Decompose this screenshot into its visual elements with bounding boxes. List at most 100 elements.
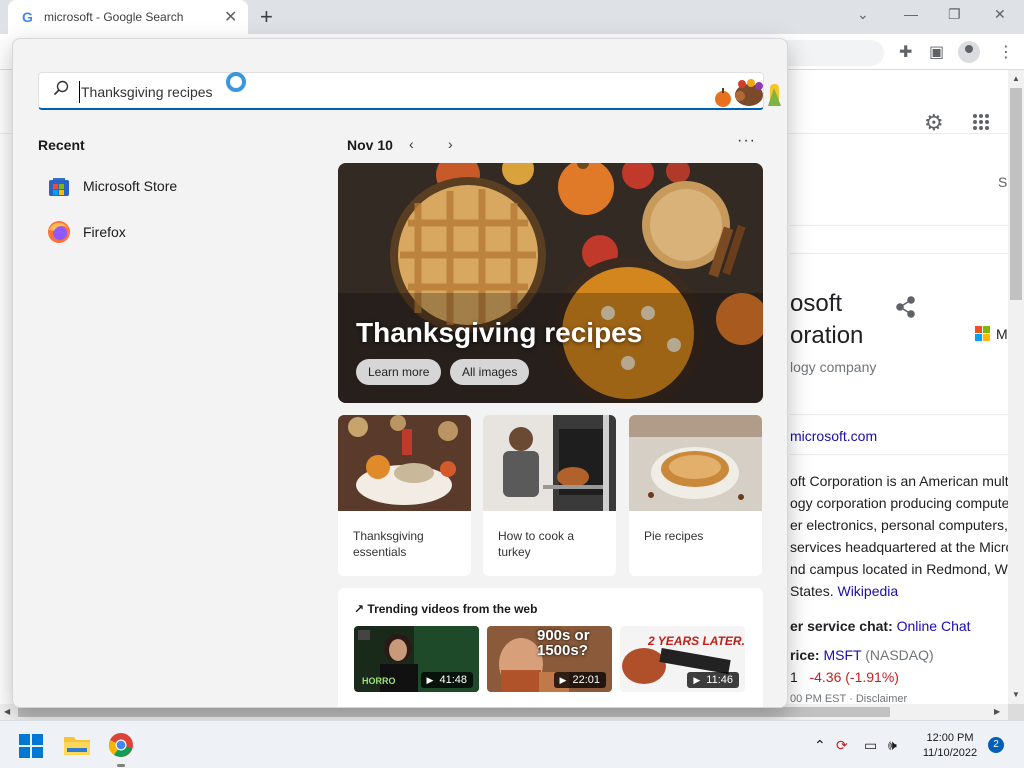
search-icon xyxy=(53,80,69,96)
kp-divider xyxy=(790,454,1008,455)
kp-price-change: 1 -4.36 (-1.91%) xyxy=(790,669,899,685)
ticker-link[interactable]: MSFT xyxy=(823,647,861,663)
kp-divider xyxy=(790,253,1008,254)
windows-search-flyout: Recent Microsoft Store Firefox Nov 10 ‹ … xyxy=(12,38,788,708)
kp-stock-price: rice: MSFT (NASDAQ) xyxy=(790,647,934,663)
restore-icon[interactable]: ❐ xyxy=(948,6,961,23)
more-options-icon[interactable]: ··· xyxy=(737,132,756,150)
chevron-left-icon[interactable]: ‹ xyxy=(409,136,414,152)
kp-title: oration xyxy=(790,322,864,349)
chevron-right-icon[interactable]: › xyxy=(448,136,453,152)
kp-title: osoft xyxy=(790,290,843,317)
microsoft-logo-icon xyxy=(975,326,991,342)
exchange-label: (NASDAQ) xyxy=(865,647,934,663)
vertical-scrollbar[interactable]: ▲ ▼ xyxy=(1008,70,1024,704)
clock-date: 11/10/2022 xyxy=(922,747,978,759)
vertical-scroll-thumb[interactable] xyxy=(1010,88,1022,300)
minimize-icon[interactable]: — xyxy=(904,6,918,22)
scroll-right-icon[interactable]: ▶ xyxy=(994,707,1000,716)
new-tab-button[interactable]: + xyxy=(260,4,273,30)
scroll-down-icon[interactable]: ▼ xyxy=(1012,690,1020,699)
hero-card-thanksgiving[interactable]: Thanksgiving recipes Learn more All imag… xyxy=(338,163,763,403)
recent-item-label: Firefox xyxy=(83,224,126,240)
firefox-icon xyxy=(48,221,70,243)
file-explorer-icon[interactable] xyxy=(63,733,91,757)
video-thumbnail-1[interactable]: HORRO ▶ 41:48 xyxy=(354,626,479,692)
tab-title: microsoft - Google Search xyxy=(44,10,184,24)
date-label: Nov 10 xyxy=(347,137,393,153)
store-icon xyxy=(49,178,69,196)
tab-strip: G microsoft - Google Search ✕ + ⌄ — ❐ ✕ xyxy=(0,0,1024,34)
chrome-menu-icon[interactable]: ⋮ xyxy=(998,42,1014,62)
play-icon: ▶ xyxy=(559,675,567,685)
duration-text: 11:46 xyxy=(706,674,733,686)
tab-microsoft-search[interactable]: G microsoft - Google Search ✕ xyxy=(8,0,248,34)
scroll-up-icon[interactable]: ▲ xyxy=(1012,74,1020,83)
chrome-icon[interactable] xyxy=(108,732,134,758)
card-label: Thanksgiving essentials xyxy=(353,529,424,559)
address-bar[interactable] xyxy=(780,40,884,66)
kp-desc-line: services headquartered at the Micro xyxy=(790,539,1008,555)
search-input[interactable] xyxy=(79,81,639,103)
price-change: -4.36 (-1.91%) xyxy=(809,669,899,685)
card-pie-recipes[interactable]: Pie recipes xyxy=(629,415,762,576)
video-duration: ▶ 41:48 xyxy=(420,672,473,688)
trending-heading: ↗ Trending videos from the web xyxy=(354,602,537,616)
video-thumbnail-3[interactable]: 2 YEARS LATER... ▶ 11:46 xyxy=(620,626,745,692)
duration-text: 41:48 xyxy=(439,674,467,686)
trending-arrow-icon: ↗ xyxy=(354,602,365,616)
kp-subtitle: logy company xyxy=(790,359,877,375)
taskbar: ⌃ ⟳ ▭ 🕪 12:00 PM 11/10/2022 2 xyxy=(0,720,1024,768)
card-how-to-cook-turkey[interactable]: How to cook a turkey xyxy=(483,415,616,576)
duration-text: 22:01 xyxy=(572,674,600,686)
kp-desc-end: States. xyxy=(790,583,834,599)
thanksgiving-doodle-icon xyxy=(715,79,781,107)
recent-heading: Recent xyxy=(38,137,85,153)
price-value: 1 xyxy=(790,669,798,685)
all-images-button[interactable]: All images xyxy=(450,359,530,385)
card-thanksgiving-essentials[interactable]: Thanksgiving essentials xyxy=(338,415,471,576)
share-icon[interactable] xyxy=(896,296,916,318)
tab-search-icon[interactable]: ⌄ xyxy=(857,6,869,23)
card-label: How to cook a turkey xyxy=(498,529,575,559)
table-setting-image xyxy=(338,415,471,511)
loading-ring-icon xyxy=(226,72,246,92)
recent-item-microsoft-store[interactable]: Microsoft Store xyxy=(37,166,297,206)
scroll-corner xyxy=(1008,704,1024,720)
google-apps-icon[interactable] xyxy=(972,113,990,131)
taskbar-clock[interactable]: 12:00 PM 11/10/2022 xyxy=(916,731,984,761)
kp-desc-line: nd campus located in Redmond, Wa xyxy=(790,561,1008,577)
learn-more-button[interactable]: Learn more xyxy=(356,359,442,385)
kp-service-chat: er service chat: Online Chat xyxy=(790,618,971,634)
kp-website-link[interactable]: microsoft.com xyxy=(790,428,877,444)
trending-videos-section: ↗ Trending videos from the web HORRO ▶ 41… xyxy=(338,588,763,707)
video-overlay-text: HORRO xyxy=(362,676,396,686)
profile-avatar[interactable] xyxy=(958,41,980,63)
chevron-up-icon[interactable]: ⌃ xyxy=(814,737,826,754)
wikipedia-link[interactable]: Wikipedia xyxy=(837,583,898,599)
horizontal-scroll-thumb[interactable] xyxy=(18,707,890,717)
side-panel-icon[interactable]: ▣ xyxy=(929,42,944,62)
volume-icon[interactable]: 🕪 xyxy=(888,737,897,754)
running-indicator xyxy=(117,764,125,767)
recent-item-firefox[interactable]: Firefox xyxy=(37,212,297,252)
kp-price-label: rice: xyxy=(790,647,820,663)
kp-desc-line: oft Corporation is an American multi xyxy=(790,473,1008,489)
tools-tab-fragment[interactable]: S xyxy=(998,174,1007,190)
close-window-icon[interactable]: ✕ xyxy=(994,6,1006,23)
kp-disclaimer[interactable]: 00 PM EST · Disclaimer xyxy=(790,693,907,704)
online-chat-link[interactable]: Online Chat xyxy=(897,618,971,634)
kp-desc-line: er electronics, personal computers, xyxy=(790,517,1008,533)
kp-chat-label: er service chat: xyxy=(790,618,893,634)
sync-alert-icon[interactable]: ⟳ xyxy=(836,737,848,754)
close-tab-icon[interactable]: ✕ xyxy=(224,7,237,27)
scroll-left-icon[interactable]: ◀ xyxy=(4,707,10,716)
extensions-icon[interactable]: ✚ xyxy=(899,42,912,62)
windows-start-icon[interactable] xyxy=(18,733,44,759)
notification-badge[interactable]: 2 xyxy=(988,737,1004,753)
windows-search-box[interactable] xyxy=(38,72,781,110)
network-icon[interactable]: ▭ xyxy=(864,737,877,754)
video-thumbnail-2[interactable]: 900s or 1500s? ▶ 22:01 xyxy=(487,626,612,692)
play-icon: ▶ xyxy=(426,675,434,685)
video-duration: ▶ 22:01 xyxy=(553,672,606,688)
